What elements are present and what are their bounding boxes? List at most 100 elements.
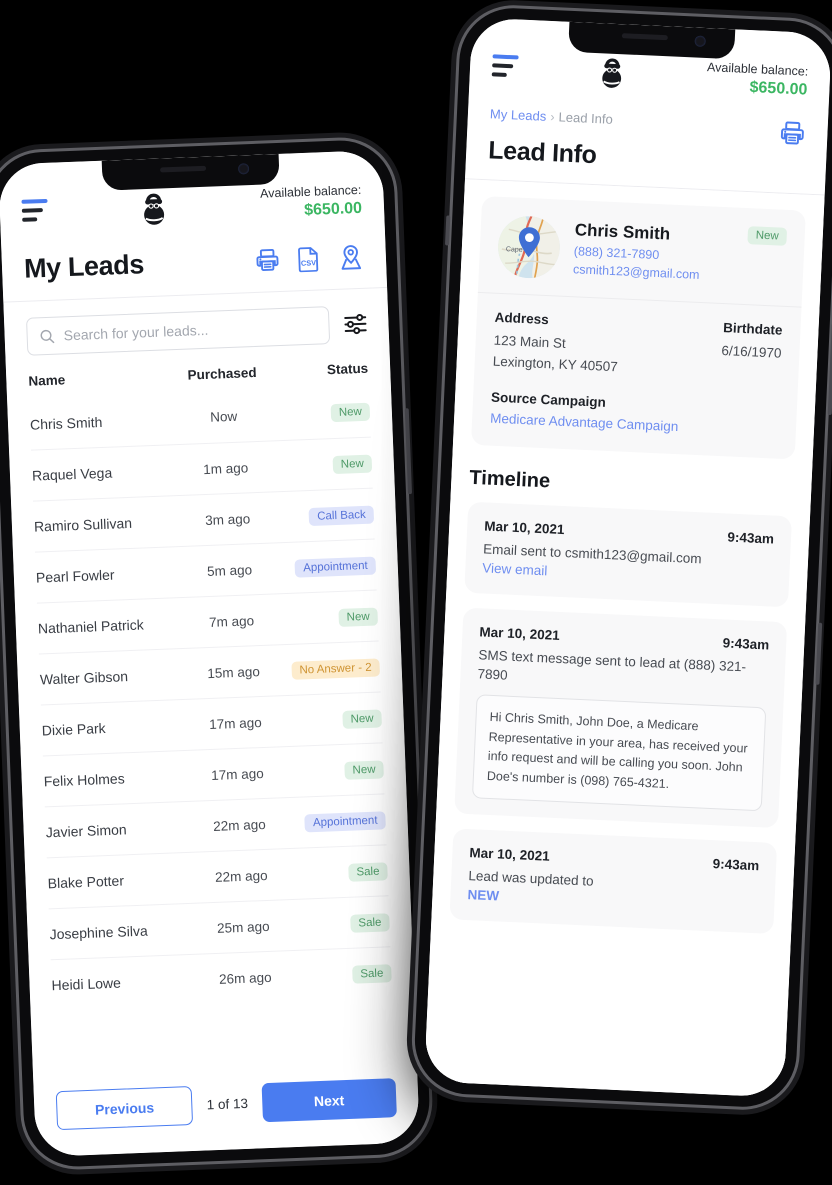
address-field: Address 123 Main St Lexington, KY 40507 — [492, 309, 723, 381]
timeline-date: Mar 10, 2021 — [479, 623, 561, 643]
my-leads-screen: Available balance: $650.00 My Leads CSV … — [0, 149, 420, 1158]
lead-status-cell: New — [291, 759, 384, 782]
lead-purchased-cell: Now — [209, 408, 238, 425]
column-header-name: Name — [28, 372, 66, 389]
front-camera — [237, 163, 249, 175]
print-icon[interactable] — [254, 247, 280, 273]
lead-purchased-cell: 26m ago — [218, 969, 272, 987]
column-header-purchased: Purchased — [187, 364, 257, 383]
lead-email[interactable]: csmith123@gmail.com — [573, 262, 732, 283]
timeline-entry: Mar 10, 2021 9:43am Lead was updated to NEW — [449, 828, 778, 934]
lead-name-cell: Nathaniel Patrick — [37, 616, 144, 637]
page-count-label: 1 of 13 — [206, 1095, 249, 1113]
lead-name-cell: Walter Gibson — [39, 668, 129, 688]
timeline-text: SMS text message sent to lead at (888) 3… — [477, 646, 747, 683]
map-pin-icon[interactable] — [337, 243, 364, 270]
timeline-entry: Mar 10, 2021 9:43am SMS text message sent … — [454, 607, 788, 828]
lead-purchased-cell: 22m ago — [214, 867, 268, 885]
status-badge: No Answer - 2 — [291, 657, 380, 680]
lead-purchased-cell: 3m ago — [204, 510, 251, 528]
lead-name-cell: Raquel Vega — [31, 464, 113, 484]
timeline-time: 9:43am — [712, 856, 760, 874]
phone-device-my-leads: Available balance: $650.00 My Leads CSV … — [0, 138, 432, 1169]
lead-phone[interactable]: (888) 321-7890 — [574, 244, 733, 265]
lead-name: Chris Smith — [574, 219, 671, 244]
lead-purchased-cell: 17m ago — [210, 765, 264, 783]
source-campaign-field: Source Campaign Medicare Advantage Campa… — [490, 389, 779, 438]
lead-name-cell: Pearl Fowler — [35, 566, 115, 586]
lead-purchased-cell: 7m ago — [208, 612, 255, 630]
screenshot-stage: Available balance: $650.00 My Leads CSV … — [0, 0, 832, 1185]
lead-info-screen: Available balance: $650.00 My Leads › Lead… — [424, 17, 832, 1098]
birthdate-field: Birthdate 6/16/1970 — [720, 320, 783, 385]
lead-purchased-cell: 25m ago — [216, 918, 270, 936]
status-badge: New — [342, 708, 382, 729]
birthdate-value: 6/16/1970 — [721, 342, 782, 361]
leads-rows-container: Chris Smith Now New Raquel Vega 1m ago New Ram… — [29, 386, 393, 1011]
lead-name-cell: Josephine Silva — [49, 922, 148, 943]
status-badge: Sale — [350, 912, 390, 933]
lead-purchased-cell: 22m ago — [212, 816, 266, 834]
lead-name-cell: Javier Simon — [45, 821, 127, 841]
address-birthdate-row: Address 123 Main St Lexington, KY 40507 … — [492, 309, 783, 385]
hamburger-menu-icon[interactable] — [21, 195, 48, 222]
search-icon — [40, 329, 55, 343]
csv-icon[interactable]: CSV — [296, 245, 321, 272]
timeline-date: Mar 10, 2021 — [483, 518, 565, 537]
timeline-sms-message: Hi Chris Smith, John Doe, a Medicare Rep… — [471, 694, 767, 812]
print-icon[interactable] — [779, 119, 806, 146]
lead-status-cell: No Answer - 2 — [288, 657, 380, 680]
lead-name-cell: Chris Smith — [29, 413, 103, 433]
timeline-time: 9:43am — [722, 635, 770, 653]
phone-screen-lead-info: Available balance: $650.00 My Leads › Lead… — [424, 17, 832, 1098]
timeline-time: 9:43am — [727, 529, 775, 547]
timeline-date: Mar 10, 2021 — [469, 845, 551, 864]
lead-status-cell: New — [289, 708, 382, 731]
status-badge: New — [344, 759, 384, 780]
lead-purchased-cell: 1m ago — [202, 459, 249, 477]
map-thumbnail-avatar: Cape C — [496, 214, 562, 280]
front-camera — [694, 35, 707, 48]
lead-name-cell: Felix Holmes — [43, 770, 125, 790]
filter-sliders-icon[interactable] — [342, 311, 369, 338]
breadcrumb: My Leads › Lead Info — [490, 106, 613, 127]
phone-device-lead-info: Available balance: $650.00 My Leads › Lead… — [412, 5, 832, 1110]
mute-switch[interactable] — [444, 215, 451, 246]
lead-identity-row: Cape C Chris Smith (888) 321-7890 csmith… — [478, 196, 806, 307]
timeline-link[interactable]: View email — [482, 560, 548, 578]
previous-page-button[interactable]: Previous — [55, 1085, 194, 1131]
timeline-entry: Mar 10, 2021 9:43am Email sent to csmith12… — [464, 501, 793, 607]
power-button[interactable] — [827, 323, 832, 416]
svg-text:CSV: CSV — [301, 258, 317, 268]
status-badge: New — [338, 607, 379, 627]
lead-status-cell: Sale — [295, 861, 388, 884]
breadcrumb-my-leads[interactable]: My Leads — [490, 106, 547, 124]
next-page-button[interactable]: Next — [261, 1078, 397, 1123]
lead-status-cell: Sale — [297, 912, 390, 935]
lead-name-cell: Ramiro Sullivan — [33, 514, 133, 535]
available-balance: Available balance: $650.00 — [706, 60, 809, 100]
available-balance: Available balance: $650.00 — [260, 183, 363, 222]
column-header-status: Status — [326, 360, 369, 378]
lead-info-body: Cape C Chris Smith (888) 321-7890 csmith… — [424, 178, 825, 1098]
lead-summary-card: Cape C Chris Smith (888) 321-7890 csmith… — [470, 195, 806, 460]
status-badge: New — [330, 402, 371, 423]
power-button[interactable] — [404, 408, 413, 495]
lead-name-cell: Heidi Lowe — [51, 974, 122, 994]
status-badge: Call Back — [308, 505, 375, 526]
search-box[interactable] — [25, 306, 331, 356]
lead-purchased-cell: 15m ago — [206, 663, 261, 681]
lead-status-cell: New — [286, 606, 379, 629]
status-badge: Sale — [352, 963, 392, 984]
earpiece-speaker — [160, 165, 207, 173]
lead-purchased-cell: 17m ago — [208, 714, 263, 732]
page-title: My Leads — [23, 249, 145, 284]
lead-status-cell: Appointment — [293, 810, 386, 833]
timeline-text: Lead was updated to — [468, 868, 594, 889]
side-button-lower[interactable] — [815, 622, 823, 685]
earpiece-speaker — [621, 33, 669, 41]
lead-status-cell: Appointment — [284, 555, 377, 578]
timeline-link[interactable]: NEW — [467, 887, 499, 903]
search-input[interactable] — [63, 317, 317, 344]
hamburger-menu-icon[interactable] — [491, 50, 519, 78]
